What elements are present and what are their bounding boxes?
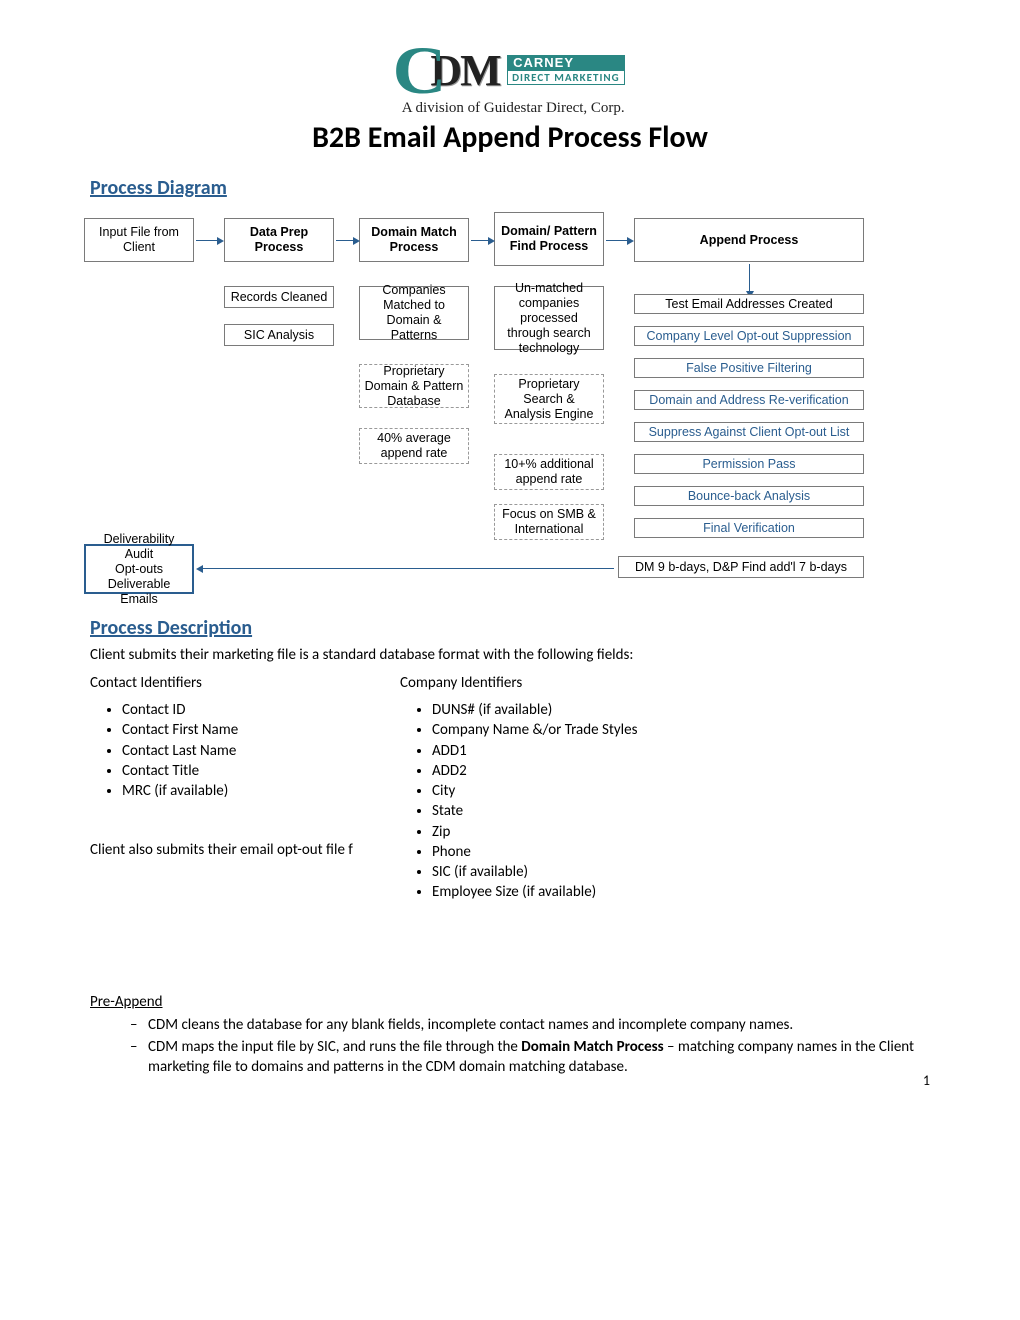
list-item: Contact Last Name: [122, 741, 360, 761]
company-header: Company Identifiers: [400, 674, 637, 692]
optout-line: Client also submits their email opt-out …: [90, 841, 380, 859]
box-40pct: 40% average append rate: [359, 428, 469, 464]
section-diagram-header: Process Diagram: [90, 176, 930, 200]
box-permission: Permission Pass: [634, 454, 864, 474]
box-final-verify: Final Verification: [634, 518, 864, 538]
logo-block: CDM CARNEY DIRECT MARKETING A division o…: [90, 40, 930, 117]
box-patternfind: Domain/ Pattern Find Process: [494, 212, 604, 266]
list-item: State: [432, 801, 637, 821]
list-item: DUNS# (if available): [432, 700, 637, 720]
list-item: Zip: [432, 822, 637, 842]
box-domainmatch: Domain Match Process: [359, 218, 469, 262]
box-optout-supp: Company Level Opt-out Suppression: [634, 326, 864, 346]
list-item: ADD2: [432, 761, 637, 781]
list-item: Contact ID: [122, 700, 360, 720]
logo-direct: DIRECT MARKETING: [507, 70, 625, 85]
desc-intro: Client submits their marketing file is a…: [90, 646, 930, 664]
page-title: B2B Email Append Process Flow: [90, 119, 930, 156]
box-unmatched: Un-matched companies processed through s…: [494, 286, 604, 350]
box-false-positive: False Positive Filtering: [634, 358, 864, 378]
list-item: ADD1: [432, 741, 637, 761]
contact-list: Contact ID Contact First Name Contact La…: [122, 700, 360, 801]
list-item: City: [432, 781, 637, 801]
box-companies-matched: Companies Matched to Domain & Patterns: [359, 286, 469, 340]
box-supp-client: Suppress Against Client Opt-out List: [634, 422, 864, 442]
list-item: Contact First Name: [122, 720, 360, 740]
preappend-header: Pre-Append: [90, 993, 930, 1011]
box-timeline: DM 9 b-days, D&P Find add'l 7 b-days: [618, 556, 864, 578]
list-item: Phone: [432, 842, 637, 862]
process-diagram: Input File from Client Data Prep Process…: [84, 206, 884, 606]
logo-c-icon: C: [393, 40, 447, 100]
box-sic: SIC Analysis: [224, 324, 334, 346]
list-item: CDM maps the input file by SIC, and runs…: [130, 1037, 930, 1078]
box-prop-db: Proprietary Domain & Pattern Database: [359, 364, 469, 408]
box-test-email: Test Email Addresses Created: [634, 294, 864, 314]
box-input: Input File from Client: [84, 218, 194, 262]
box-dataprep: Data Prep Process: [224, 218, 334, 262]
box-10pct: 10+% additional append rate: [494, 454, 604, 490]
box-smb: Focus on SMB & International: [494, 504, 604, 540]
box-reverify: Domain and Address Re-verification: [634, 390, 864, 410]
list-item: CDM cleans the database for any blank fi…: [130, 1015, 930, 1035]
contact-header: Contact Identifiers: [90, 674, 360, 692]
list-item: Employee Size (if available): [432, 882, 637, 902]
box-records-cleaned: Records Cleaned: [224, 286, 334, 308]
list-item: Contact Title: [122, 761, 360, 781]
page-number: 1: [923, 1072, 930, 1089]
list-item: MRC (if available): [122, 781, 360, 801]
box-bounce: Bounce-back Analysis: [634, 486, 864, 506]
box-search-engine: Proprietary Search & Analysis Engine: [494, 374, 604, 424]
company-list: DUNS# (if available) Company Name &/or T…: [432, 700, 637, 903]
preappend-list: CDM cleans the database for any blank fi…: [130, 1015, 930, 1078]
list-item: Company Name &/or Trade Styles: [432, 720, 637, 740]
section-description-header: Process Description: [90, 616, 930, 640]
list-item: SIC (if available): [432, 862, 637, 882]
box-append: Append Process: [634, 218, 864, 262]
logo-carney: CARNEY: [507, 55, 625, 70]
box-deliverability: Deliverability Audit Opt-outs Deliverabl…: [84, 544, 194, 594]
